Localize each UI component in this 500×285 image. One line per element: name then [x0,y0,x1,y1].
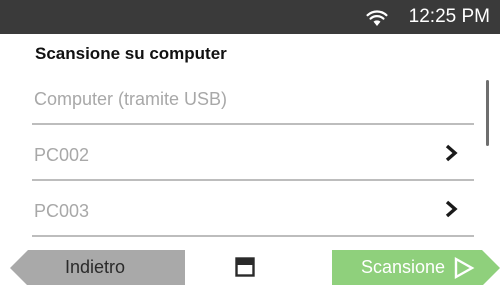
status-bar: 12:25 PM [0,0,500,34]
scan-button[interactable]: Scansione [332,250,500,285]
list-item-pc003[interactable]: PC003 [32,181,474,237]
list-item-label: Computer (tramite USB) [34,89,228,109]
scan-button-label: Scansione [361,257,446,277]
back-button[interactable]: Indietro [10,250,185,285]
list-item-label: PC003 [34,201,90,221]
page-title: Scansione su computer [35,44,227,63]
list-item-pc002[interactable]: PC002 [32,125,474,181]
scrollbar[interactable] [486,80,489,146]
bottom-bar: Indietro Scansione [0,244,500,285]
back-button-label: Indietro [65,257,126,277]
wifi-icon [366,10,388,26]
chevron-right-icon [445,200,458,218]
floppy-disk-icon[interactable] [235,257,255,277]
computer-list: Computer (tramite USB) PC002 PC003 [32,78,474,237]
chevron-right-icon [445,144,458,162]
clock: 12:25 PM [408,6,490,27]
screen: 12:25 PM Scansione su computer Computer … [0,0,500,285]
list-item-usb-computer[interactable]: Computer (tramite USB) [32,78,474,125]
list-item-label: PC002 [34,145,90,165]
